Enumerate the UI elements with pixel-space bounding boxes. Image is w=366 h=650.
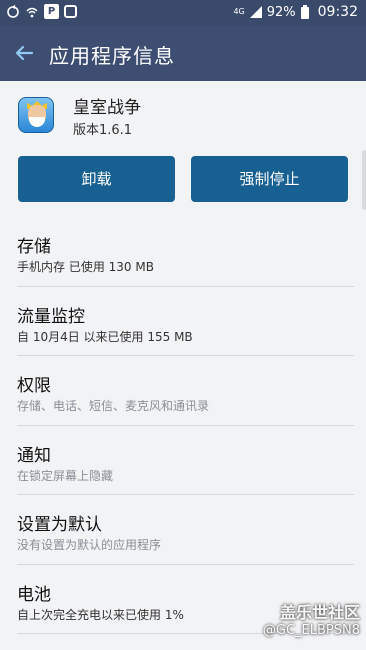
item-subtitle: 没有设置为默认的应用程序 (17, 538, 162, 552)
battery-level: 92% (266, 4, 296, 20)
item-subtitle: 手机内存 已使用 130 MB (17, 260, 154, 274)
clash-royale-app-icon (18, 97, 54, 133)
list-item-set-as-default[interactable]: 设置为默认 没有设置为默认的应用程序 (0, 495, 366, 565)
item-title: 通知 (17, 445, 51, 466)
page-title: 应用程序信息 (49, 44, 175, 68)
list-item-storage[interactable]: 存储 手机内存 已使用 130 MB (0, 217, 366, 287)
list-item-permissions[interactable]: 权限 存储、电话、短信、麦克风和通讯录 (0, 356, 366, 426)
app-bar: 应用程序信息 (0, 26, 366, 81)
item-title: 流量监控 (17, 306, 85, 327)
settings-list: 存储 手机内存 已使用 130 MB 流量监控 自 10月4日 以来已使用 15… (0, 217, 366, 634)
network-type: 4G (233, 7, 245, 16)
watermark: 盖乐世社区 @GC_ELBPSN8 (263, 599, 360, 638)
app-header: 皇室战争 版本1.6.1 (0, 81, 366, 151)
app-version: 版本1.6.1 (73, 123, 133, 138)
watermark-user: @GC_ELBPSN8 (262, 623, 360, 638)
force-stop-button[interactable]: 强制停止 (191, 156, 348, 202)
list-item-data-usage[interactable]: 流量监控 自 10月4日 以来已使用 155 MB (0, 287, 366, 356)
clock: 09:32 (317, 4, 358, 20)
uninstall-button[interactable]: 卸载 (18, 156, 175, 202)
sync-icon (6, 4, 20, 19)
item-title: 设置为默认 (17, 515, 102, 535)
watermark-brand: 盖乐世社区 (279, 603, 360, 622)
item-subtitle: 在锁定屏幕上隐藏 (17, 468, 114, 483)
item-title: 存储 (17, 237, 51, 257)
item-subtitle: 自 10月4日 以来已使用 155 MB (17, 329, 193, 344)
item-title: 权限 (17, 376, 51, 396)
app-name: 皇室战争 (73, 98, 141, 118)
list-item-notifications[interactable]: 通知 在锁定屏幕上隐藏 (0, 426, 366, 495)
battery-icon (300, 5, 314, 19)
item-title: 电池 (17, 584, 51, 605)
image-notification-icon (64, 5, 77, 18)
back-arrow-icon[interactable] (10, 38, 40, 68)
item-subtitle: 自上次完全充电以来已使用 1% (17, 607, 184, 622)
parking-app-icon: P (44, 4, 59, 19)
status-bar: P 4G 92% 09:32 (0, 0, 366, 26)
scrollbar[interactable] (362, 150, 366, 210)
item-subtitle: 存储、电话、短信、麦克风和通讯录 (17, 399, 210, 413)
signal-icon (249, 5, 263, 19)
wifi-calling-icon (25, 5, 39, 19)
